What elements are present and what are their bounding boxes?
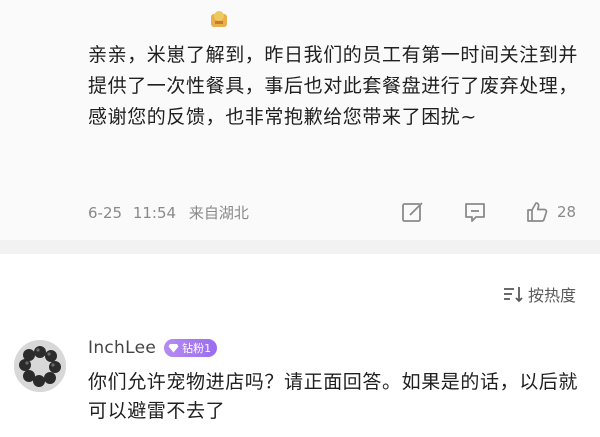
- reply-meta: 6-25 11:54 来自湖北: [88, 202, 249, 223]
- like-button[interactable]: 28: [525, 200, 576, 224]
- reply-avatar-fragment: [208, 8, 230, 30]
- reply-time: 11:54: [132, 204, 177, 222]
- bead-bracelet-avatar-icon: [14, 340, 66, 392]
- reply-location: 来自湖北: [188, 204, 249, 222]
- comment-text: 你们允许宠物进店吗？请正面回答。如果是的话，以后就可以避雷不去了: [88, 371, 579, 422]
- comment-icon: [465, 203, 485, 222]
- sort-label: 按热度: [527, 286, 576, 305]
- comment-button[interactable]: [463, 200, 487, 224]
- like-count: 28: [557, 203, 577, 221]
- section-divider: [0, 240, 600, 254]
- username-row: InchLee 钻粉1: [88, 338, 218, 358]
- badge-label: 钻粉1: [182, 342, 212, 355]
- share-button[interactable]: [401, 200, 425, 224]
- reply-date: 6-25: [88, 204, 123, 222]
- username[interactable]: InchLee: [88, 338, 156, 358]
- diamond-icon: [168, 344, 179, 353]
- thumbs-up-icon: [527, 202, 548, 222]
- official-reply-card: 亲亲，米崽了解到，昨日我们的员工有第一时间关注到并提供了一次性餐具，事后也对此套…: [0, 0, 600, 240]
- sort-by-popularity-button[interactable]: 按热度: [502, 282, 576, 306]
- reply-footer: 6-25 11:54 来自湖北 28: [88, 200, 584, 226]
- avatar[interactable]: [14, 340, 66, 392]
- reply-text: 亲亲，米崽了解到，昨日我们的员工有第一时间关注到并提供了一次性餐具，事后也对此套…: [88, 44, 579, 128]
- comment-item: InchLee 钻粉1 你们允许宠物进店吗？请正面回答。如果是的话，以后就可以避…: [0, 330, 600, 437]
- sort-icon: [503, 287, 523, 303]
- fan-level-badge: 钻粉1: [164, 339, 218, 357]
- share-edit-icon: [402, 202, 423, 222]
- food-icon: [211, 11, 227, 27]
